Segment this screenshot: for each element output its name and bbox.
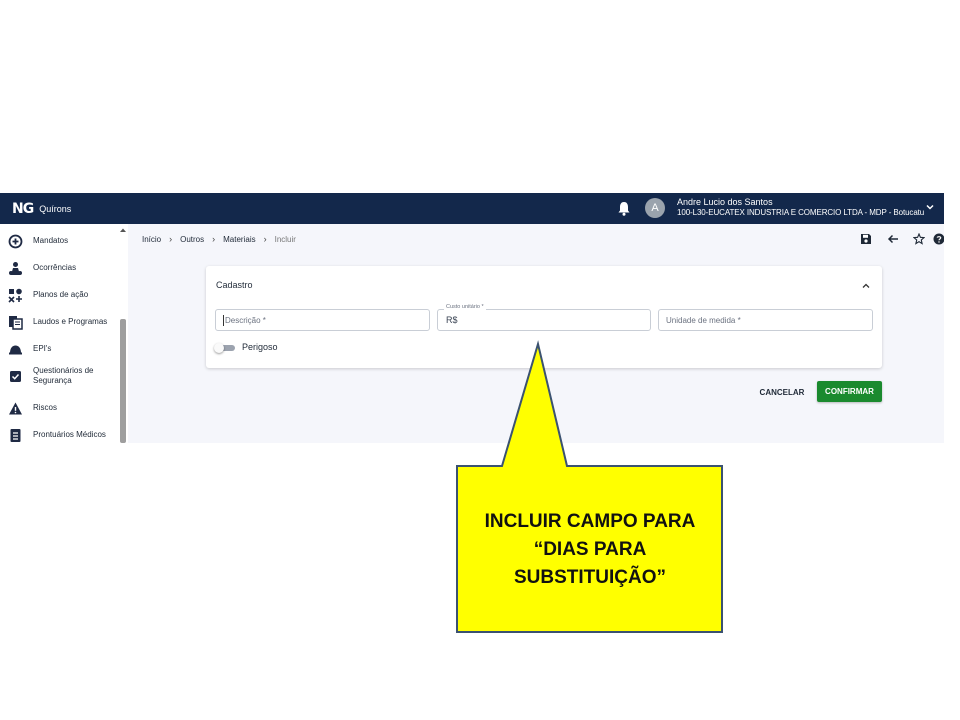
bell-icon[interactable] <box>617 201 631 216</box>
chevron-up-icon[interactable] <box>861 281 871 291</box>
checkbox-icon <box>10 370 21 382</box>
sidebar-scrollbar[interactable] <box>120 319 126 443</box>
text-cursor <box>223 315 224 326</box>
descricao-field[interactable]: Descrição * <box>215 309 430 331</box>
slide: NG Quírons A Andre Lucio dos Santos 100-… <box>0 0 960 720</box>
callout-line: “DIAS PARA <box>533 539 647 560</box>
logo-name: Quírons <box>39 203 72 214</box>
warning-icon <box>9 402 22 414</box>
descricao-placeholder: Descrição * <box>225 316 266 325</box>
sidebar-item-label: Riscos <box>33 403 58 412</box>
perigoso-label: Perigoso <box>242 342 278 352</box>
scroll-up-arrow-icon[interactable] <box>119 227 127 233</box>
sidebar-item-questionarios[interactable]: Questionários de Segurança <box>0 363 118 389</box>
logo[interactable]: NG Quírons <box>12 200 71 217</box>
back-arrow-icon[interactable] <box>887 233 899 245</box>
callout-line: SUBSTITUIÇÃO” <box>514 567 666 588</box>
section-title: Cadastro <box>216 280 253 290</box>
sidebar-item-label: Planos de ação <box>33 290 89 299</box>
toggle-knob <box>214 343 224 353</box>
breadcrumb: Início › Outros › Materiais › Incluir <box>142 234 296 244</box>
sidebar-item-prontuarios[interactable]: Prontuários Médicos <box>0 422 118 443</box>
plus-circle-icon <box>8 234 23 248</box>
callout-text: INCLUIR CAMPO PARA “DIAS PARA SUBSTITUIÇ… <box>460 508 720 592</box>
action-plan-icon <box>8 288 22 303</box>
custo-unitario-label: Custo unitário * <box>444 304 486 310</box>
callout-line: INCLUIR CAMPO PARA <box>484 511 696 532</box>
sidebar-item-label: Prontuários Médicos <box>33 430 106 439</box>
confirm-button[interactable]: CONFIRMAR <box>817 381 882 402</box>
star-icon[interactable] <box>913 233 925 245</box>
breadcrumb-outros[interactable]: Outros <box>180 235 204 244</box>
cadastro-card: Cadastro Descrição * Custo unitário * R$… <box>206 266 882 368</box>
unidade-medida-field[interactable]: Unidade de medida * <box>658 309 873 331</box>
chevron-down-icon[interactable] <box>925 202 935 212</box>
logo-mark: NG <box>12 200 34 217</box>
breadcrumb-incluir: Incluir <box>274 234 296 244</box>
chevron-right-icon: › <box>263 234 267 244</box>
sidebar-item-riscos[interactable]: Riscos <box>0 395 118 421</box>
user-company: 100-L30-EUCATEX INDUSTRIA E COMERCIO LTD… <box>677 208 925 217</box>
breadcrumb-materiais[interactable]: Materiais <box>223 235 255 244</box>
chevron-right-icon: › <box>212 234 216 244</box>
top-bar: NG Quírons A Andre Lucio dos Santos 100-… <box>0 193 944 224</box>
sidebar-item-label: Questionários de Segurança <box>33 366 94 385</box>
help-icon[interactable] <box>933 233 944 245</box>
breadcrumb-inicio[interactable]: Início <box>142 235 161 244</box>
avatar[interactable]: A <box>645 198 665 218</box>
currency-prefix: R$ <box>446 315 458 325</box>
documents-icon <box>9 315 23 330</box>
sidebar: Mandatos Ocorrências Planos de ação Laud… <box>0 224 128 443</box>
sidebar-item-planos[interactable]: Planos de ação <box>0 282 118 308</box>
sidebar-item-ocorrencias[interactable]: Ocorrências <box>0 255 118 281</box>
app-window: NG Quírons A Andre Lucio dos Santos 100-… <box>0 193 944 443</box>
helmet-icon <box>9 345 22 354</box>
sidebar-item-mandatos[interactable]: Mandatos <box>0 228 118 254</box>
people-alert-icon <box>9 261 22 275</box>
sidebar-item-label: EPI's <box>33 344 52 353</box>
medical-record-icon <box>10 428 21 442</box>
perigoso-toggle[interactable] <box>214 343 236 353</box>
cancel-button[interactable]: CANCELAR <box>752 382 812 402</box>
sidebar-item-label: Ocorrências <box>33 263 77 272</box>
sidebar-item-label: Laudos e Programas <box>33 317 108 326</box>
sidebar-item-laudos[interactable]: Laudos e Programas <box>0 309 118 335</box>
sidebar-item-label: Mandatos <box>33 236 69 245</box>
custo-unitario-field[interactable]: Custo unitário * R$ <box>437 304 651 331</box>
chevron-right-icon: › <box>169 234 173 244</box>
save-icon[interactable] <box>860 233 872 245</box>
unidade-placeholder: Unidade de medida * <box>666 316 741 325</box>
sidebar-item-epis[interactable]: EPI's <box>0 336 118 362</box>
user-name: Andre Lucio dos Santos <box>677 197 773 207</box>
